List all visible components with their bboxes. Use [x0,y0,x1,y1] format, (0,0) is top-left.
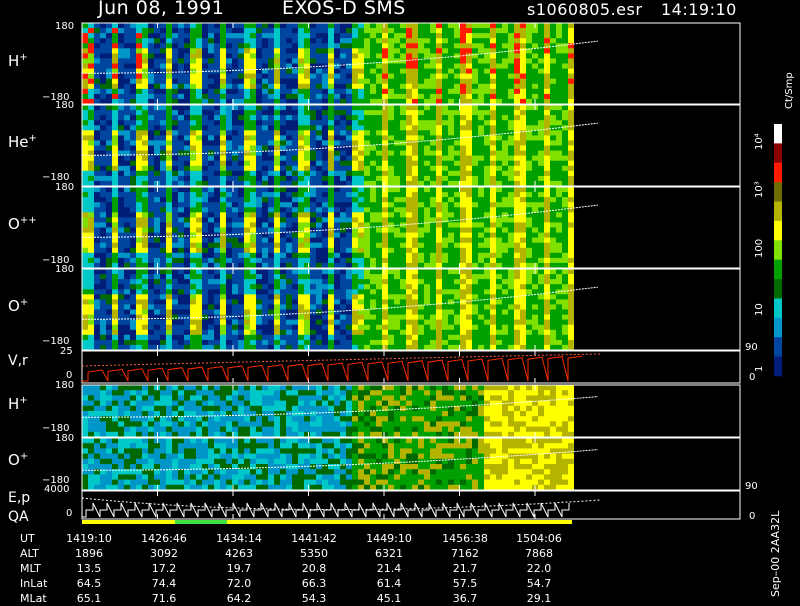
colorbar-segment [774,357,782,377]
colorbar-unit: Ct/Smp [784,72,795,109]
spectrogram-plot [0,0,800,600]
o-plus-lower-spectrogram [82,438,598,490]
tick-v-top: 25 [60,346,73,357]
panel-label-h-plus: H+ [8,52,28,70]
panel-label-o-plusplus: O++ [8,215,37,233]
colorbar-segment [774,240,782,260]
colorbar-segment [774,298,782,318]
file-name: s1060805.esr [527,0,642,19]
panel-label-o-plus-2: O+ [8,451,28,469]
tick-e-bottom: 0 [66,508,72,519]
colorbar-segment [774,182,782,202]
colorbar-segment [774,221,782,241]
colorbar-segment [774,202,782,222]
table-column: 1449:10632121.461.445.1 [364,531,414,606]
colorbar-segment [774,163,782,183]
qa-bar [82,520,572,524]
tick-right-v-bottom: 0 [749,372,755,383]
h-plus-spectrogram [82,23,598,104]
h-plus-lower-spectrogram [82,385,598,437]
colorbar-segment [774,337,782,357]
energy-panel-frame [82,491,740,519]
table-row-labels: UT ALT MLT InLat MLat [20,531,47,606]
tick-opp-top: 180 [55,182,74,193]
energy-trace [82,503,569,517]
colorbar-label-1: 1 [754,366,765,372]
colorbar-segment [774,318,782,338]
colorbar-label-10: 10 [754,303,765,316]
energy-reference [82,498,600,510]
table-column: 1434:14426319.772.064.2 [214,531,264,606]
panel-label-h-plus-2: H+ [8,395,28,413]
tick-right-e-top: 90 [745,481,758,492]
table-column: 1426:46309217.274.471.6 [139,531,189,606]
colorbar-segment [774,260,782,280]
colorbar-segment [774,279,782,299]
panel-label-qa: QA [8,509,29,525]
o-plus-spectrogram [82,269,598,350]
tick-h-top: 180 [55,21,74,32]
side-label: Sep–00 2AA32L [769,511,782,597]
colorbar-label-100: 100 [754,239,765,258]
plot-title-instrument: EXOS-D SMS [282,0,406,19]
panel-label-o-plus: O+ [8,297,28,315]
tick-right-e-bottom: 0 [749,511,755,522]
plot-title-date: Jun 08, 1991 [98,0,224,19]
colorbar-label-1e3: 10³ [754,181,765,198]
tick-right-v-top: 90 [745,342,758,353]
qa-bar-segment [175,520,227,524]
colorbar-label-1e4: 10⁴ [754,133,765,150]
velocity-panel-frame [82,351,740,383]
tick-o2-top: 180 [55,433,74,444]
colorbar-segment [774,124,782,144]
table-column: 1419:10189613.564.565.1 [64,531,114,606]
file-time: 14:19:10 [661,0,737,19]
tick-op-top: 180 [55,264,74,275]
velocity-trace [82,356,582,381]
tick-h2-top: 180 [55,380,74,391]
table-column: 1441:42535020.866.354.3 [289,531,339,606]
tick-e-top: 4000 [44,484,69,495]
panel-label-he-plus: He+ [8,133,37,151]
panel-label-energy: E,p [8,490,30,506]
tick-he-top: 180 [55,100,74,111]
table-column: 1504:06786822.054.729.1 [514,531,564,606]
table-column: 1456:38716221.757.536.7 [440,531,490,606]
panel-label-velocity: V,r [8,353,28,369]
he-plus-spectrogram [82,105,598,186]
o-plusplus-spectrogram [82,187,598,268]
colorbar-segment [774,143,782,163]
